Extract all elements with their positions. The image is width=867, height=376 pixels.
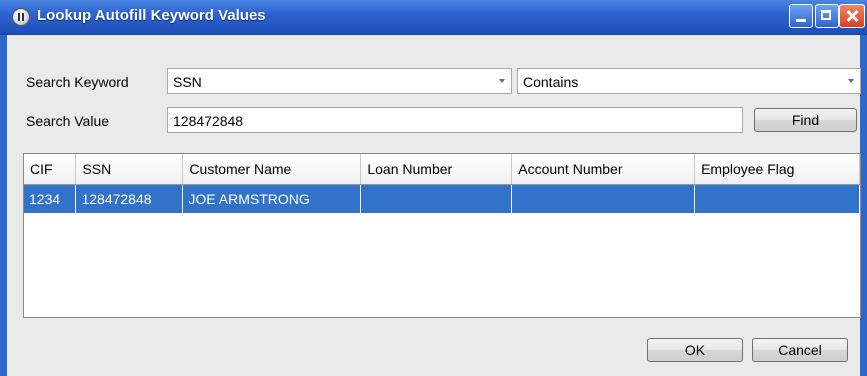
dialog-window: Lookup Autofill Keyword Values Search Ke… xyxy=(0,0,867,376)
cell-customer-name[interactable]: JOE ARMSTRONG xyxy=(182,184,362,213)
search-value-label: Search Value xyxy=(26,113,110,129)
table-header-row: CIF SSN Customer Name Loan Number Accoun… xyxy=(24,154,860,185)
condition-value: Contains xyxy=(523,74,579,90)
column-header-ssn[interactable]: SSN xyxy=(75,154,184,185)
app-icon xyxy=(12,8,30,26)
chevron-down-icon[interactable] xyxy=(848,79,854,83)
table-row-selected[interactable]: 1234 128472848 JOE ARMSTRONG xyxy=(24,184,860,213)
cell-loan-number[interactable] xyxy=(360,184,513,213)
cell-cif[interactable]: 1234 xyxy=(24,184,77,213)
column-header-employee-flag[interactable]: Employee Flag xyxy=(694,154,860,185)
search-keyword-select[interactable]: SSN xyxy=(167,68,512,94)
title-bar[interactable]: Lookup Autofill Keyword Values xyxy=(0,0,867,35)
cell-account-number[interactable] xyxy=(511,184,696,213)
ok-button[interactable]: OK xyxy=(647,338,743,362)
chevron-down-icon[interactable] xyxy=(499,79,505,83)
cancel-button[interactable]: Cancel xyxy=(752,338,848,362)
minimize-icon[interactable] xyxy=(789,4,813,28)
cell-employee-flag[interactable] xyxy=(694,184,860,213)
column-header-customer-name[interactable]: Customer Name xyxy=(182,154,362,185)
cell-ssn[interactable]: 128472848 xyxy=(75,184,184,213)
results-table[interactable]: CIF SSN Customer Name Loan Number Accoun… xyxy=(23,153,861,318)
search-keyword-label: Search Keyword xyxy=(26,74,129,90)
maximize-icon[interactable] xyxy=(815,4,839,28)
window-title: Lookup Autofill Keyword Values xyxy=(37,7,266,24)
find-button[interactable]: Find xyxy=(754,108,857,132)
column-header-cif[interactable]: CIF xyxy=(24,154,77,185)
search-keyword-value: SSN xyxy=(173,74,202,90)
search-value-input[interactable]: 128472848 xyxy=(167,107,743,133)
column-header-loan-number[interactable]: Loan Number xyxy=(360,154,513,185)
close-icon[interactable] xyxy=(839,4,865,28)
condition-select[interactable]: Contains xyxy=(517,68,861,94)
column-header-account-number[interactable]: Account Number xyxy=(511,154,696,185)
